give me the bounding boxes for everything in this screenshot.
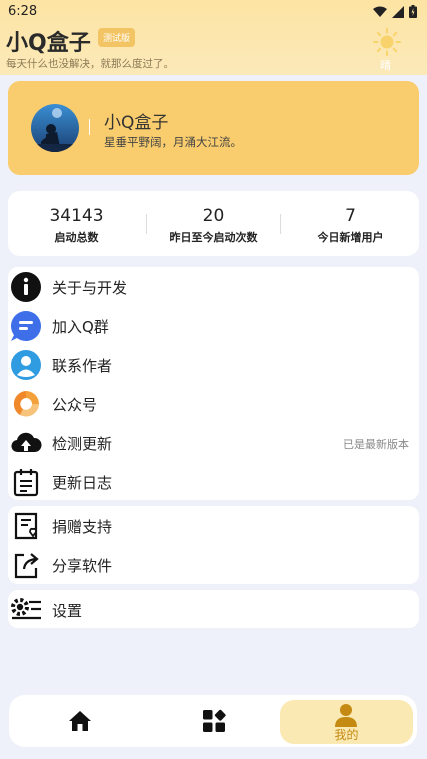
profile-quote: 星垂平野阔，月涌大江流。 bbox=[104, 135, 242, 149]
settings-icon bbox=[11, 598, 41, 620]
bottom-navigation: 我的 bbox=[9, 695, 417, 747]
stat-value: 34143 bbox=[49, 206, 104, 226]
battery-icon bbox=[409, 5, 417, 18]
menu-card-main: 关于与开发 加入Q群 联系作者 公众号 检测更新 已是最新版本 更新日志 bbox=[8, 267, 419, 500]
stat-launches-since-yesterday: 20 昨日至今启动次数 bbox=[145, 191, 282, 256]
menu-item-share[interactable]: 分享软件 bbox=[8, 545, 419, 584]
stat-total-launches: 34143 启动总数 bbox=[8, 191, 145, 256]
menu-item-label: 设置 bbox=[52, 602, 83, 620]
stat-label: 昨日至今启动次数 bbox=[169, 231, 258, 244]
menu-item-label: 分享软件 bbox=[52, 557, 113, 575]
menu-item-join-group[interactable]: 加入Q群 bbox=[8, 306, 419, 345]
menu-item-contact[interactable]: 联系作者 bbox=[8, 345, 419, 384]
menu-item-label: 加入Q群 bbox=[52, 318, 109, 336]
official-account-icon bbox=[13, 391, 39, 417]
stat-divider bbox=[280, 214, 281, 234]
avatar[interactable] bbox=[31, 104, 79, 152]
stat-new-users-today: 7 今日新增用户 bbox=[282, 191, 419, 256]
nav-home[interactable] bbox=[20, 695, 140, 747]
status-time: 6:28 bbox=[8, 4, 38, 19]
stats-card: 34143 启动总数 20 昨日至今启动次数 7 今日新增用户 bbox=[8, 191, 419, 256]
home-icon bbox=[69, 711, 91, 731]
menu-item-label: 联系作者 bbox=[52, 357, 113, 375]
app-header: 6:28 小Q盒子 测试版 每天什么也没解决，就那么度过了。 晴 bbox=[0, 0, 427, 75]
menu-item-changelog[interactable]: 更新日志 bbox=[8, 462, 419, 501]
menu-item-label: 公众号 bbox=[52, 396, 98, 414]
stat-value: 7 bbox=[345, 206, 356, 226]
status-icons bbox=[373, 5, 417, 18]
status-bar: 6:28 bbox=[0, 0, 427, 24]
menu-item-check-update[interactable]: 检测更新 已是最新版本 bbox=[8, 423, 419, 462]
update-status: 已是最新版本 bbox=[343, 438, 409, 451]
calendar-log-icon bbox=[13, 469, 39, 497]
menu-item-donate[interactable]: 捐赠支持 bbox=[8, 506, 419, 545]
stat-label: 启动总数 bbox=[54, 231, 99, 244]
menu-item-label: 捐赠支持 bbox=[52, 518, 113, 536]
nav-mine-label: 我的 bbox=[334, 728, 359, 742]
menu-item-settings[interactable]: 设置 bbox=[8, 590, 419, 629]
weather-label: 晴 bbox=[380, 59, 391, 72]
cloud-upload-icon bbox=[11, 432, 42, 453]
profile-divider bbox=[89, 119, 90, 135]
beta-badge: 测试版 bbox=[98, 28, 136, 47]
person-icon bbox=[335, 704, 357, 727]
signal-icon bbox=[392, 5, 404, 18]
menu-item-about[interactable]: 关于与开发 bbox=[8, 267, 419, 306]
nav-mine[interactable]: 我的 bbox=[280, 700, 413, 744]
sun-icon bbox=[373, 28, 401, 56]
menu-item-label: 检测更新 bbox=[52, 435, 113, 453]
menu-card-settings: 设置 bbox=[8, 590, 419, 628]
chat-bubble-icon bbox=[10, 311, 41, 341]
user-circle-icon bbox=[11, 350, 41, 380]
menu-item-label: 更新日志 bbox=[52, 474, 113, 492]
menu-item-label: 关于与开发 bbox=[52, 279, 128, 297]
stat-value: 20 bbox=[202, 206, 225, 226]
profile-name: 小Q盒子 bbox=[104, 113, 169, 133]
menu-card-support: 捐赠支持 分享软件 bbox=[8, 506, 419, 584]
nav-apps[interactable] bbox=[154, 695, 274, 747]
app-subtitle: 每天什么也没解决，就那么度过了。 bbox=[6, 58, 174, 70]
info-icon bbox=[11, 272, 41, 302]
profile-card[interactable]: 小Q盒子 星垂平野阔，月涌大江流。 bbox=[8, 81, 419, 175]
donate-icon bbox=[14, 512, 38, 540]
share-icon bbox=[14, 553, 39, 579]
stat-label: 今日新增用户 bbox=[317, 231, 384, 244]
weather-widget[interactable] bbox=[373, 28, 401, 60]
menu-item-official-account[interactable]: 公众号 bbox=[8, 384, 419, 423]
app-title: 小Q盒子 bbox=[6, 31, 91, 56]
apps-grid-icon bbox=[203, 709, 226, 732]
wifi-icon bbox=[373, 6, 387, 17]
